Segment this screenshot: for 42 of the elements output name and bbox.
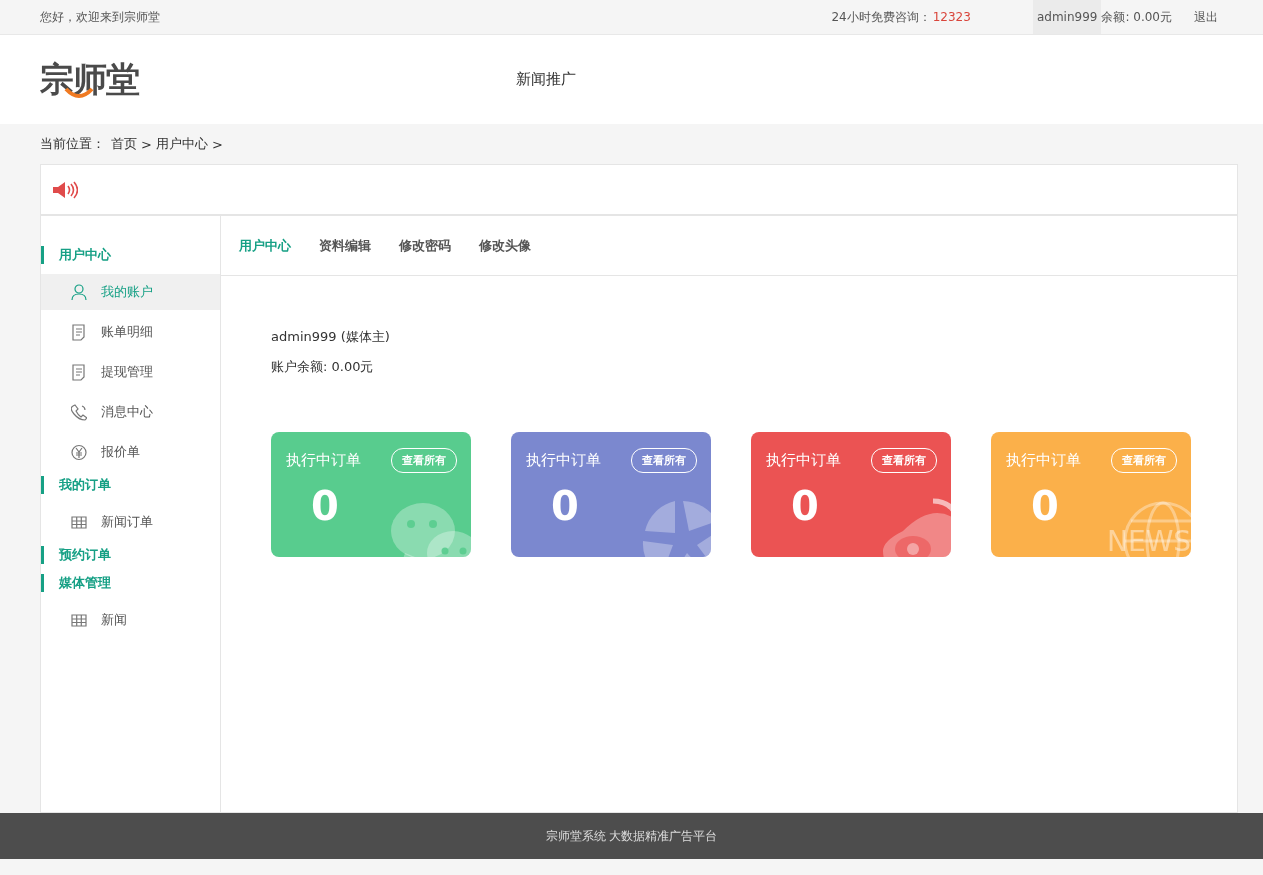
card-title: 执行中订单 [1006,451,1081,470]
breadcrumb-separator: > [141,136,152,152]
card-title: 执行中订单 [766,451,841,470]
username-link[interactable]: admin999 [1032,0,1102,34]
sidebar-item[interactable]: 账单明细 [41,314,220,350]
breadcrumb-label: 当前位置： [40,135,105,153]
balance-text: 余额: 0.00元 [1101,8,1172,26]
tab[interactable]: 修改密码 [399,236,451,255]
user-icon [71,283,87,301]
table-icon [71,513,87,531]
sidebar-item[interactable]: 新闻 [41,602,220,638]
sidebar-item[interactable]: 提现管理 [41,354,220,390]
breadcrumb-link[interactable]: 用户中心 [155,135,208,153]
breadcrumb-link[interactable]: 首页 [111,135,137,153]
order-count: 0 [1031,483,1059,529]
card-title: 执行中订单 [286,451,361,470]
view-all-button[interactable]: 查看所有 [871,448,937,473]
yen-icon [71,443,87,461]
doc-icon [71,323,87,341]
sidebar-item[interactable]: 消息中心 [41,394,220,430]
order-count: 0 [791,483,819,529]
breadcrumb-separator: > [211,136,223,152]
order-count: 0 [311,483,339,529]
sidebar-item[interactable]: 报价单 [41,434,220,470]
hotline-label: 24小时免费咨询： [831,8,931,26]
logo[interactable]: 宗师堂 [40,56,516,103]
phone-icon [71,403,87,421]
logout-link[interactable]: 退出 [1194,8,1218,26]
footer-text: 宗师堂系统 大数据精准广告平台 [545,827,718,845]
tab[interactable]: 资料编辑 [319,236,371,255]
table-icon [71,611,87,629]
hotline-number: 12323 [932,10,971,24]
speaker-icon [52,179,78,200]
account-name: admin999 (媒体主) [271,328,391,346]
tab[interactable]: 修改头像 [479,236,531,255]
doc-icon [71,363,87,381]
account-balance: 账户余额: 0.00元 [271,358,375,376]
sidebar-item[interactable]: 新闻订单 [41,504,220,540]
welcome-text: 您好，欢迎来到宗师堂 [40,8,160,26]
nav-link[interactable]: 新闻推广 [516,70,576,89]
order-count: 0 [551,483,579,529]
card-title: 执行中订单 [526,451,601,470]
